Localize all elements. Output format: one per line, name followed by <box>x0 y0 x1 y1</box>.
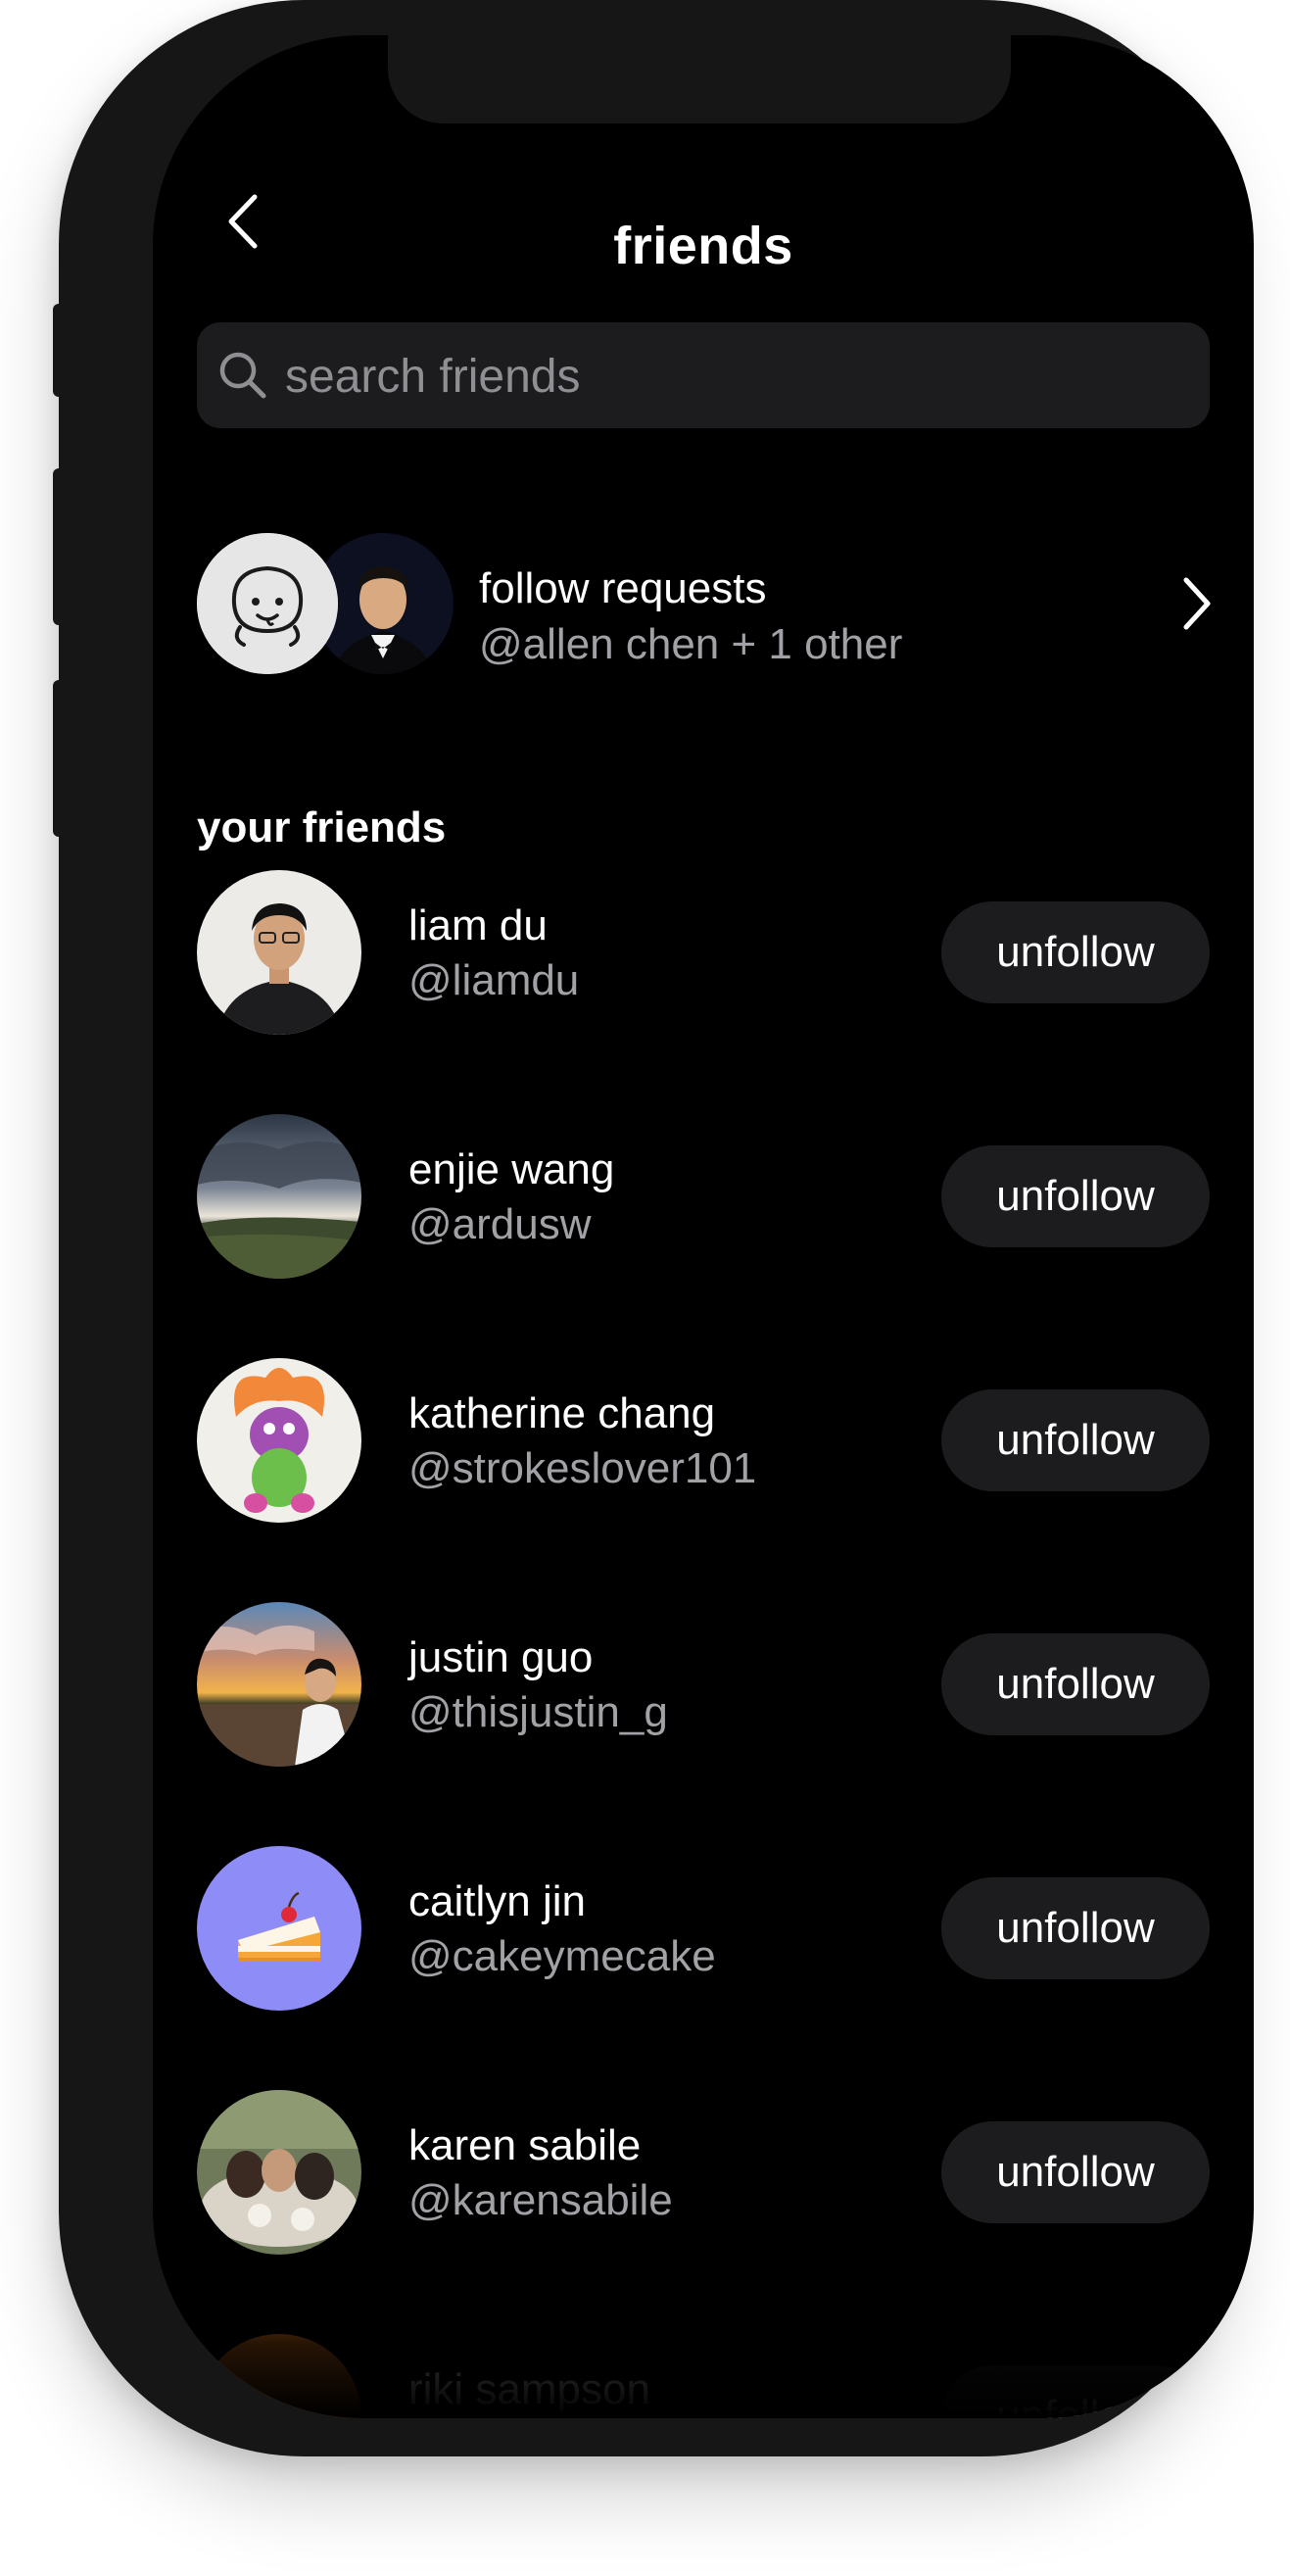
friend-name: justin guo <box>408 1633 594 1681</box>
unfollow-button[interactable]: unfollow <box>941 901 1210 1003</box>
volume-down-button <box>53 680 65 837</box>
unfollow-button[interactable]: unfollow <box>941 1145 1210 1247</box>
friend-handle: @strokeslover101 <box>408 1444 757 1492</box>
friend-name: katherine chang <box>408 1389 716 1437</box>
avatar[interactable] <box>197 870 361 1035</box>
unfollow-button[interactable]: unfollow <box>941 2121 1210 2223</box>
friend-name: caitlyn jin <box>408 1877 586 1925</box>
friend-photo <box>197 870 361 1035</box>
follow-requests-title: follow requests <box>479 564 767 612</box>
unfollow-button[interactable]: unfollow <box>941 1389 1210 1491</box>
mute-switch <box>53 304 65 397</box>
friend-name: riki sampson <box>408 2365 650 2413</box>
section-title: your friends <box>197 803 447 851</box>
friend-photo <box>197 2090 361 2255</box>
list-item: liam du @liamdu unfollow <box>197 866 1210 1110</box>
list-item: katherine chang @strokeslover101 unfollo… <box>197 1354 1210 1598</box>
friend-handle: @thisjustin_g <box>408 1688 668 1736</box>
cake-icon <box>197 1846 361 2011</box>
unfollow-button[interactable]: unfollow <box>941 2365 1210 2418</box>
search-input[interactable] <box>283 322 1188 430</box>
troll-toy-photo <box>197 1358 361 1523</box>
friend-list: liam du @liamdu unfollow enjie wang @ard… <box>197 866 1210 2418</box>
friend-photo <box>197 2334 361 2418</box>
avatar <box>197 533 338 674</box>
friend-handle: @liamdu <box>408 956 580 1004</box>
follow-requests-subtitle: @allen chen + 1 other <box>479 620 903 668</box>
friend-handle: @cakeymecake <box>408 1932 716 1980</box>
friend-name: enjie wang <box>408 1145 615 1193</box>
avatar[interactable] <box>197 2334 361 2418</box>
friend-handle: @ardusw <box>408 1200 592 1248</box>
app-screen: friends search friends follow requests @… <box>153 35 1254 2418</box>
follow-requests-row[interactable]: follow requests @allen chen + 1 other <box>197 525 1235 682</box>
list-item: justin guo @thisjustin_g unfollow <box>197 1598 1210 1842</box>
friend-name: liam du <box>408 901 548 949</box>
list-item: enjie wang @ardusw unfollow <box>197 1110 1210 1354</box>
friend-handle: @karensabile <box>408 2176 673 2224</box>
avatar[interactable] <box>197 2090 361 2255</box>
list-item: karen sabile @karensabile unfollow <box>197 2086 1210 2330</box>
friend-photo <box>197 1602 361 1767</box>
list-item: riki sampson unfollow <box>197 2330 1210 2418</box>
notch <box>388 35 1011 123</box>
page-title: friends <box>613 217 793 275</box>
avatar[interactable] <box>197 1114 361 1279</box>
phone-frame: friends search friends follow requests @… <box>53 0 1254 2456</box>
search-icon <box>219 352 266 399</box>
friend-photo <box>197 1114 361 1279</box>
search-bar[interactable] <box>197 322 1210 430</box>
avatar[interactable] <box>197 1602 361 1767</box>
avatar[interactable] <box>197 1358 361 1523</box>
unfollow-button[interactable]: unfollow <box>941 1877 1210 1979</box>
unfollow-button[interactable]: unfollow <box>941 1633 1210 1735</box>
avatar[interactable] <box>197 1846 361 2011</box>
smiley-sketch-icon <box>197 533 338 674</box>
chevron-right-icon <box>1183 577 1211 630</box>
friend-name: karen sabile <box>408 2121 642 2169</box>
list-item: caitlyn jin @cakeymecake unfollow <box>197 1842 1210 2086</box>
volume-up-button <box>53 468 65 625</box>
